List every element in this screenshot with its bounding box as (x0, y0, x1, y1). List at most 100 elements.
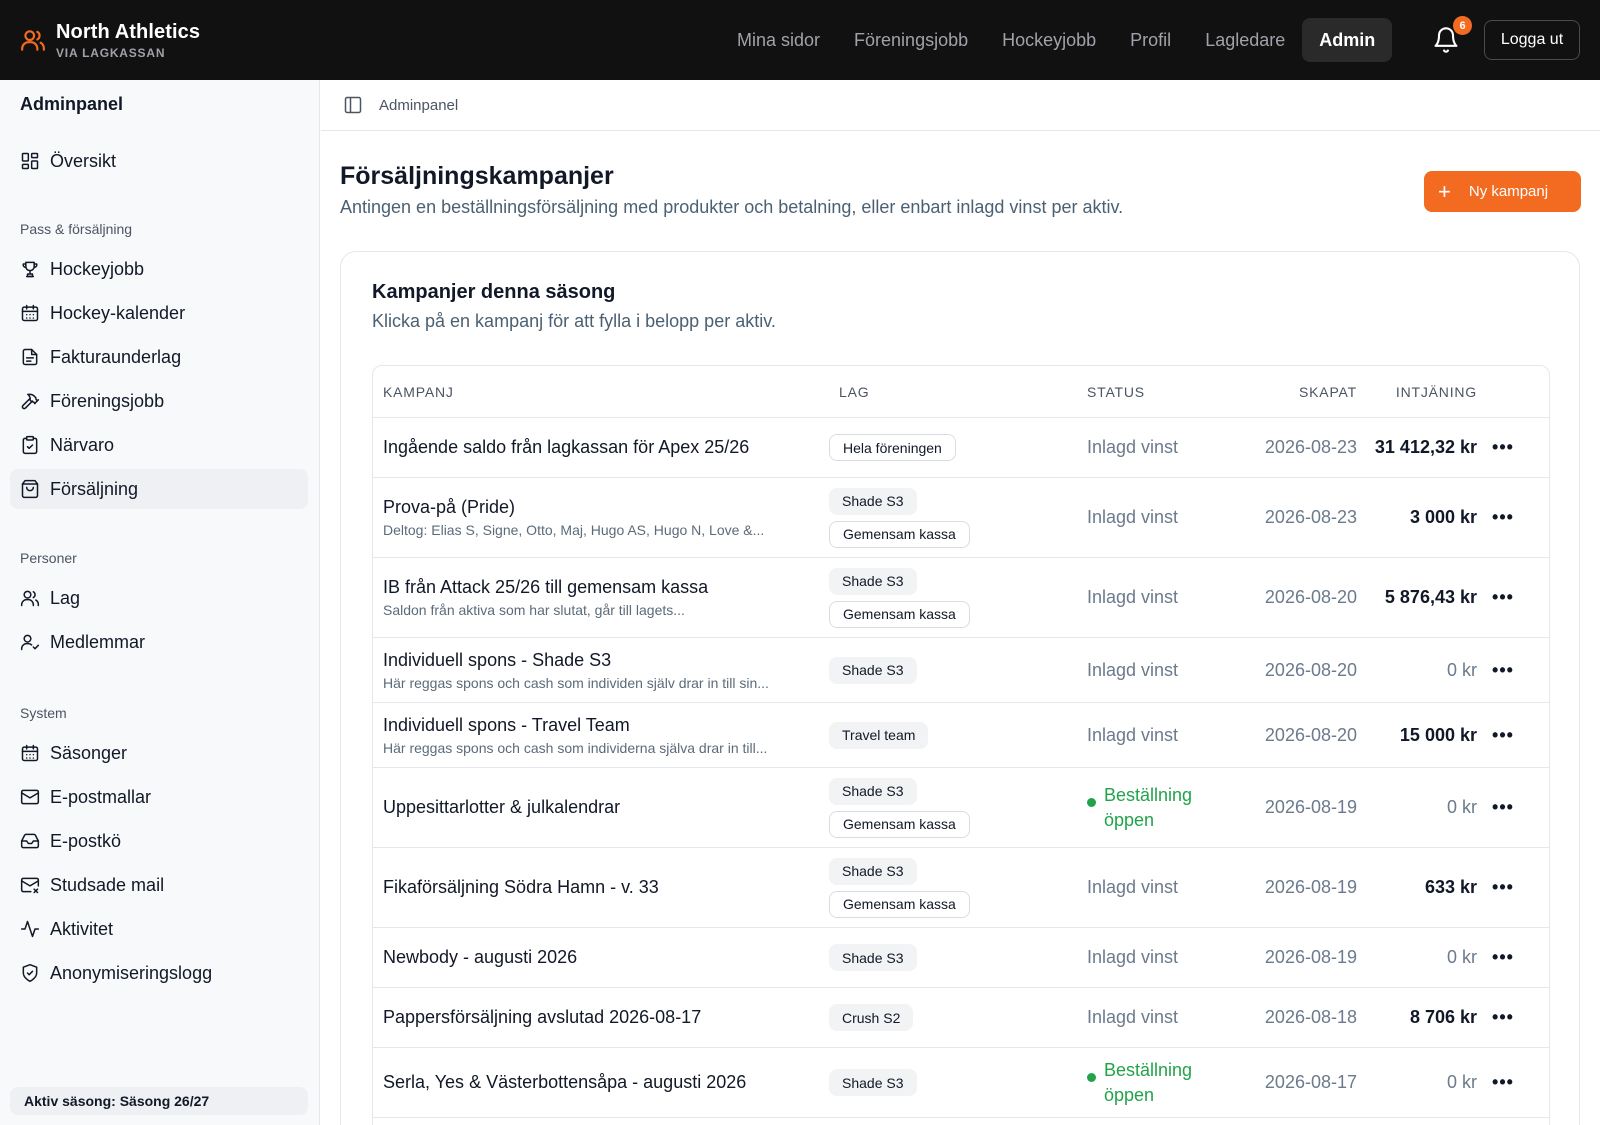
sidebar-item-medlemmar[interactable]: Medlemmar (10, 622, 308, 662)
sidebar-item-label: Fakturaunderlag (50, 346, 182, 367)
more-options-icon[interactable]: ••• (1485, 478, 1521, 557)
new-campaign-label: Ny kampanj (1468, 183, 1549, 200)
team-cell: Shade S3 Gemensam kassa (829, 558, 1069, 637)
user-check-icon (20, 634, 40, 651)
sidebar-item-fakturaunderlag[interactable]: Fakturaunderlag (10, 337, 308, 377)
brand[interactable]: North Athletics VIA LAGKASSAN (20, 21, 200, 60)
campaign-name[interactable]: Individuell spons - Travel Team (383, 715, 823, 736)
more-options-icon[interactable]: ••• (1485, 1048, 1521, 1117)
sidebar-item-lag[interactable]: Lag (10, 578, 308, 618)
more-options-icon[interactable]: ••• (1485, 988, 1521, 1047)
team-tag: Shade S3 (829, 567, 917, 595)
nav-item-profil[interactable]: Profil (1113, 18, 1188, 62)
plus-icon: + (1438, 178, 1451, 204)
campaign-name[interactable]: Prova-på (Pride) (383, 497, 823, 518)
sidebar-section-sales: Pass & försäljning (20, 221, 133, 237)
campaign-name[interactable]: IB från Attack 25/26 till gemensam kassa (383, 577, 823, 598)
more-options-icon[interactable]: ••• (1485, 768, 1521, 847)
table-row[interactable]: Individuell spons - Shade S3 Här reggas s… (373, 638, 1549, 703)
nav-item-hockeyjobb[interactable]: Hockeyjobb (985, 18, 1113, 62)
team-tag: Travel team (829, 721, 929, 749)
campaign-name[interactable]: Uppesittarlotter & julkalendrar (383, 797, 823, 818)
created-date: 2026-08-20 (1264, 587, 1357, 607)
breadcrumb-item[interactable]: Adminpanel (379, 97, 458, 114)
nav-item-admin[interactable]: Admin (1302, 18, 1393, 62)
sidebar-toggle-icon[interactable] (343, 95, 363, 115)
breadcrumb: Adminpanel (321, 80, 1600, 131)
sidebar-item-e-postmallar[interactable]: E-postmallar (10, 777, 308, 817)
campaign-name[interactable]: Fikaförsäljning Södra Hamn - v. 33 (383, 877, 823, 898)
activity-icon (20, 920, 40, 938)
table-row[interactable]: Newbody - augusti 2026 Shade S3 Inlagd vin… (373, 928, 1549, 988)
sidebar-item-label: Medlemmar (50, 631, 146, 652)
more-options-icon[interactable]: ••• (1485, 558, 1521, 637)
top-bar: North Athletics VIA LAGKASSAN Mina sidor… (0, 0, 1600, 80)
campaign-cell: IB från Attack 25/26 till gemensam kassa… (383, 558, 823, 637)
column-header-created[interactable]: SKAPAT (1243, 366, 1357, 418)
table-row[interactable]: IB från Attack 25/26 till gemensam kassa… (373, 558, 1549, 638)
column-header-status[interactable]: STATUS (1087, 366, 1145, 418)
sidebar-item-hockeyjobb[interactable]: Hockeyjobb (10, 249, 308, 289)
sidebar-item-label: Föreningsjobb (50, 390, 165, 411)
shopping-bag-icon (21, 479, 39, 499)
campaign-name[interactable]: Ingående saldo från lagkassan för Apex 2… (383, 437, 823, 458)
campaign-name[interactable]: Pappersförsäljning avslutad 2026-08-17 (383, 1007, 823, 1028)
table-row[interactable]: Serla, Yes & Västerbottensåpa - augusti … (373, 1048, 1549, 1118)
sidebar-item-studsade-mail[interactable]: Studsade mail (10, 865, 308, 905)
column-header-campaign[interactable]: KAMPANJ (383, 366, 454, 418)
sidebar-item-sasonger[interactable]: Säsonger (10, 733, 308, 773)
dashboard-icon (21, 152, 39, 170)
sidebar-item-aktivitet[interactable]: Aktivitet (10, 909, 308, 949)
sidebar-item-hockey-kalender[interactable]: Hockey-kalender (10, 293, 308, 333)
calendar-icon (21, 304, 39, 322)
team-tag: Crush S2 (829, 1004, 914, 1031)
earnings-amount: 0 kr (1446, 797, 1477, 817)
table-row[interactable]: Uppesittarlotter & julkalendrar Shade S3 G… (373, 768, 1549, 848)
table-row[interactable]: Individuell spons - Travel Team Här regga… (373, 703, 1549, 768)
trophy-icon (22, 261, 38, 278)
created-date: 2026-08-19 (1264, 877, 1357, 897)
sidebar-item-e-postko[interactable]: E-postkö (10, 821, 308, 861)
sidebar-item-narvaro[interactable]: Närvaro (10, 425, 308, 465)
new-campaign-button[interactable]: + Ny kampanj (1424, 171, 1581, 212)
sidebar-item-anonymiseringslogg[interactable]: Anonymiseringslogg (10, 953, 308, 993)
users-icon (20, 590, 40, 607)
brand-name: North Athletics (56, 20, 201, 43)
column-header-earnings[interactable]: INTJÄNING (1357, 366, 1477, 418)
active-season-badge: Aktiv säsong: Säsong 26/27 (10, 1087, 308, 1115)
notification-badge: 6 (1453, 16, 1472, 35)
earnings-amount: 15 000 kr (1399, 724, 1477, 745)
sidebar-item-forsaljning[interactable]: Försäljning (10, 469, 308, 509)
campaign-description: Här reggas spons och cash som individern… (383, 739, 768, 756)
team-cell: Hela föreningen (829, 418, 1069, 477)
nav-item-föreningsjobb[interactable]: Föreningsjobb (837, 18, 985, 62)
table-row[interactable]: Fikaförsäljning Södra Hamn - v. 33 Shade … (373, 848, 1549, 928)
campaign-name[interactable]: Individuell spons - Shade S3 (383, 650, 823, 671)
page-subtitle: Antingen en beställningsförsäljning med … (340, 197, 1124, 217)
nav-item-mina-sidor[interactable]: Mina sidor (720, 18, 837, 62)
more-options-icon[interactable]: ••• (1485, 638, 1521, 702)
campaign-description: Här reggas spons och cash som individen … (383, 674, 769, 691)
more-options-icon[interactable]: ••• (1485, 418, 1521, 477)
brand-subtitle: VIA LAGKASSAN (56, 45, 166, 60)
nav-item-lagledare[interactable]: Lagledare (1188, 18, 1302, 62)
table-row[interactable]: Pappersförsäljning avslutad 2026-08-17 Cr… (373, 988, 1549, 1048)
sidebar-item-foreningsjobb[interactable]: Föreningsjobb (10, 381, 308, 421)
campaign-name[interactable]: Serla, Yes & Västerbottensåpa - augusti … (383, 1072, 823, 1093)
status-cell: Inlagd vinst (1087, 418, 1237, 477)
table-row[interactable]: Prova-på (Pride) Deltog: Elias S, Signe, … (373, 478, 1549, 558)
sidebar-item-oversikt[interactable]: Översikt (10, 141, 308, 181)
more-options-icon[interactable]: ••• (1485, 848, 1521, 927)
logout-button[interactable]: Logga ut (1484, 20, 1580, 60)
hammer-icon (21, 393, 40, 410)
column-header-team[interactable]: LAG (839, 366, 869, 418)
status-dot-icon (1087, 797, 1096, 807)
table-row[interactable]: Ingående saldo från lagkassan för Apex 2… (373, 418, 1549, 478)
status-badge: Inlagd vinst (1087, 1007, 1179, 1027)
card-title: Kampanjer denna säsong (372, 281, 616, 303)
more-options-icon[interactable]: ••• (1485, 703, 1521, 767)
campaign-name[interactable]: Newbody - augusti 2026 (383, 947, 823, 968)
more-options-icon[interactable]: ••• (1485, 928, 1521, 987)
team-tag: Gemensam kassa (829, 600, 970, 628)
earnings-amount: 0 kr (1446, 947, 1477, 967)
